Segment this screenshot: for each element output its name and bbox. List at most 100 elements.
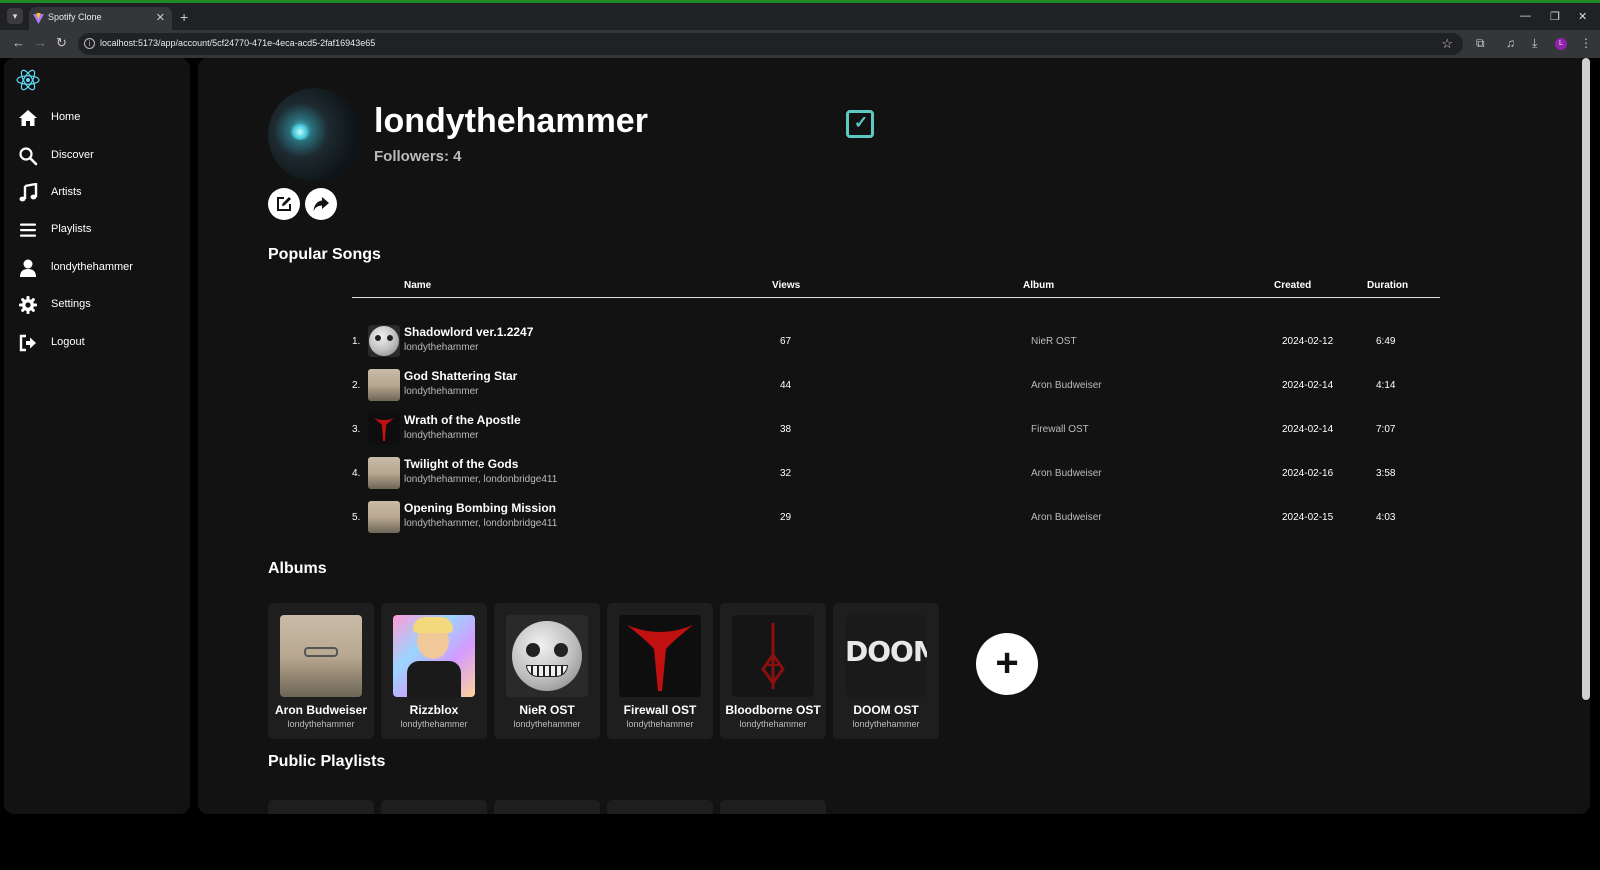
sidebar-item-artists[interactable]: Artists — [4, 177, 190, 209]
media-icon[interactable]: ♫ — [1506, 36, 1515, 50]
track-views: 29 — [780, 512, 792, 523]
browser-tab[interactable]: Spotify Clone ✕ — [29, 7, 172, 30]
album-title: DOOM OST — [853, 703, 919, 717]
playlist-card[interactable] — [494, 800, 600, 814]
sidebar-item-label: Playlists — [51, 223, 92, 235]
tab-close-icon[interactable]: ✕ — [156, 11, 165, 24]
album-card[interactable]: Rizzblox londythehammer — [381, 603, 487, 739]
list-icon — [20, 223, 36, 237]
track-album[interactable]: Aron Budweiser — [1031, 468, 1102, 479]
track-created: 2024-02-16 — [1282, 468, 1334, 479]
minimize-icon[interactable]: — — [1520, 10, 1531, 22]
table-row[interactable]: 1. Shadowlord ver.1.2247 londythehammer … — [352, 321, 1440, 365]
track-artists[interactable]: londythehammer, londonbridge411 — [404, 518, 557, 529]
column-header-created: Created — [1274, 280, 1312, 291]
add-album-button[interactable]: + — [976, 633, 1038, 695]
album-title: Aron Budweiser — [274, 703, 367, 717]
back-icon[interactable]: ← — [12, 35, 25, 50]
profile-avatar-image — [268, 88, 362, 182]
tab-search-button[interactable]: ▾ — [7, 8, 23, 24]
reload-icon[interactable]: ↻ — [56, 35, 67, 51]
track-album[interactable]: Aron Budweiser — [1031, 512, 1102, 523]
album-card[interactable]: DOOM DOOM OST londythehammer — [833, 603, 939, 739]
album-title: Bloodborne OST — [725, 703, 821, 717]
track-number: 1. — [352, 336, 361, 347]
album-cover-image: DOOM — [845, 615, 927, 697]
playlist-card[interactable] — [381, 800, 487, 814]
track-album[interactable]: NieR OST — [1031, 336, 1077, 347]
album-card[interactable]: Bloodborne OST londythehammer — [720, 603, 826, 739]
album-cover-image — [280, 615, 362, 697]
track-cover-image — [368, 457, 400, 489]
table-row[interactable]: 5. Opening Bombing Mission londythehamme… — [352, 497, 1440, 541]
menu-kebab-icon[interactable]: ⋮ — [1580, 36, 1592, 50]
sidebar-item-label: Discover — [51, 149, 94, 161]
table-row[interactable]: 2. God Shattering Star londythehammer 44… — [352, 365, 1440, 409]
sidebar-item-home[interactable]: Home — [4, 102, 190, 134]
playlist-card[interactable] — [607, 800, 713, 814]
react-logo-icon[interactable] — [16, 68, 40, 92]
track-title[interactable]: Twilight of the Gods — [404, 457, 518, 471]
sidebar-item-discover[interactable]: Discover — [4, 140, 190, 172]
close-window-icon[interactable]: ✕ — [1578, 10, 1587, 23]
plus-icon: + — [995, 641, 1019, 685]
track-album[interactable]: Aron Budweiser — [1031, 380, 1102, 391]
track-artists[interactable]: londythehammer, londonbridge411 — [404, 474, 557, 485]
track-views: 32 — [780, 468, 792, 479]
table-row[interactable]: 4. Twilight of the Gods londythehammer, … — [352, 453, 1440, 497]
playlist-card[interactable] — [720, 800, 826, 814]
url-text[interactable]: localhost:5173/app/account/5cf24770-471e… — [100, 38, 375, 48]
restore-icon[interactable]: ❐ — [1550, 10, 1560, 23]
sidebar: Home Discover Artists Playlists londythe… — [4, 58, 190, 814]
track-views: 38 — [780, 424, 792, 435]
column-header-name: Name — [404, 280, 432, 291]
track-number: 2. — [352, 380, 361, 391]
track-views: 44 — [780, 380, 792, 391]
track-artists[interactable]: londythehammer — [404, 342, 478, 353]
new-tab-icon[interactable]: + — [180, 9, 188, 25]
album-card[interactable]: Firewall OST londythehammer — [607, 603, 713, 739]
main-scrollbar[interactable] — [1582, 58, 1590, 700]
sidebar-item-logout[interactable]: Logout — [4, 327, 190, 359]
bookmark-star-icon[interactable]: ☆ — [1441, 36, 1453, 52]
album-card[interactable]: Aron Budweiser londythehammer — [268, 603, 374, 739]
sidebar-item-settings[interactable]: Settings — [4, 289, 190, 321]
track-cover-image — [368, 413, 400, 445]
download-icon[interactable]: ⤓ — [1532, 36, 1537, 51]
table-row[interactable]: 3. Wrath of the Apostle londythehammer 3… — [352, 409, 1440, 453]
edit-icon — [277, 197, 291, 211]
track-duration: 7:07 — [1376, 424, 1396, 435]
track-album[interactable]: Firewall OST — [1031, 424, 1089, 435]
track-title[interactable]: Opening Bombing Mission — [404, 501, 556, 515]
track-cover-image — [368, 325, 400, 357]
playlist-card[interactable] — [268, 800, 374, 814]
track-title[interactable]: God Shattering Star — [404, 369, 517, 383]
track-duration: 4:14 — [1376, 380, 1396, 391]
album-owner: londythehammer — [287, 719, 355, 729]
album-card[interactable]: NieR OST londythehammer — [494, 603, 600, 739]
column-header-views: Views — [772, 280, 801, 291]
sidebar-item-playlists[interactable]: Playlists — [4, 214, 190, 246]
profile-avatar[interactable]: L — [1555, 38, 1567, 50]
extensions-icon[interactable]: ⧉ — [1476, 36, 1485, 51]
tab-title: Spotify Clone — [48, 12, 102, 22]
sidebar-item-label: Artists — [51, 186, 82, 198]
user-icon — [20, 259, 36, 277]
track-artists[interactable]: londythehammer — [404, 430, 478, 441]
forward-icon[interactable]: → — [34, 35, 47, 50]
track-title[interactable]: Wrath of the Apostle — [404, 413, 521, 427]
popular-songs-heading: Popular Songs — [268, 246, 381, 263]
omnibox[interactable]: i localhost:5173/app/account/5cf24770-47… — [78, 33, 1463, 55]
sidebar-item-account[interactable]: londythehammer — [4, 252, 190, 284]
album-owner: londythehammer — [852, 719, 920, 729]
site-info-icon[interactable]: i — [84, 38, 95, 49]
albums-heading: Albums — [268, 560, 327, 577]
album-title: NieR OST — [519, 703, 575, 717]
edit-profile-button[interactable] — [268, 188, 300, 220]
album-owner: londythehammer — [513, 719, 581, 729]
public-playlists-heading: Public Playlists — [268, 753, 386, 770]
track-title[interactable]: Shadowlord ver.1.2247 — [404, 325, 533, 339]
track-artists[interactable]: londythehammer — [404, 386, 478, 397]
share-profile-button[interactable] — [305, 188, 337, 220]
track-created: 2024-02-12 — [1282, 336, 1334, 347]
